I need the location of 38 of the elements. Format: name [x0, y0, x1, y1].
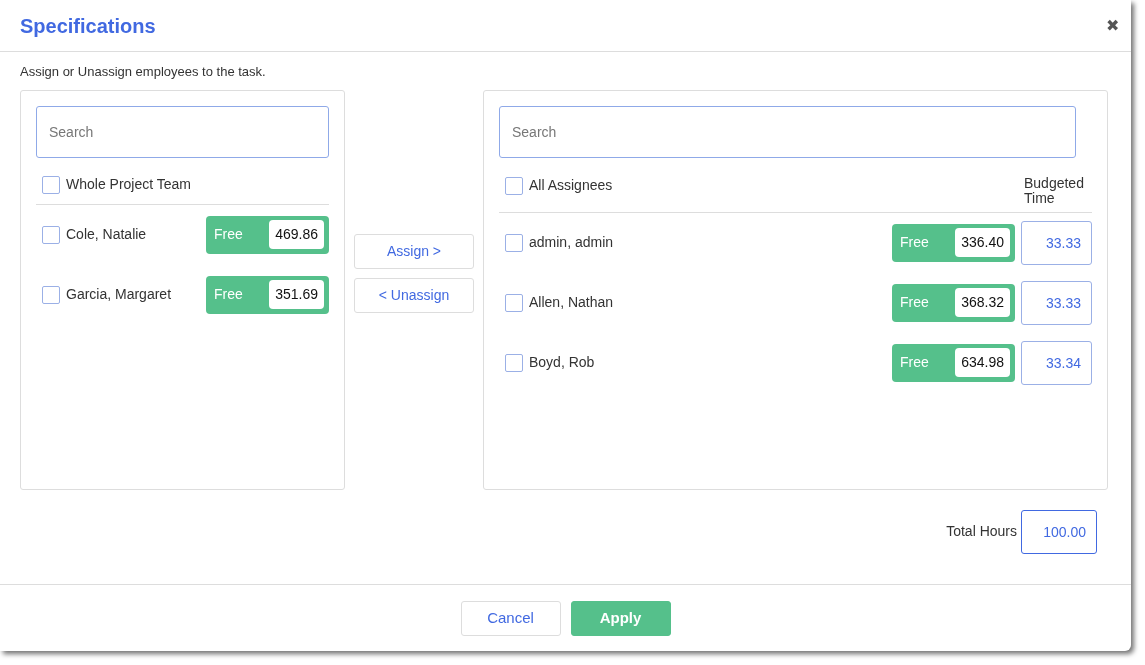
employee-name: admin, admin: [529, 233, 615, 252]
employee-checkbox[interactable]: [505, 353, 523, 372]
search-field[interactable]: Search: [36, 105, 329, 158]
free-hours-value: 336.40: [955, 228, 1010, 257]
column-header: Budgeted Time: [1024, 176, 1085, 206]
status-label: Free: [214, 285, 243, 304]
transfer-button[interactable]: < Unassign: [354, 277, 474, 313]
total-hours-label: Total Hours: [946, 522, 1017, 541]
employee-name: Allen, Nathan: [529, 293, 615, 312]
select-all-label: All Assignees: [529, 176, 614, 195]
free-hours-value: 351.69: [269, 280, 324, 309]
transfer-button[interactable]: Assign >: [354, 233, 474, 269]
budgeted-time-field[interactable]: 33.34: [1021, 340, 1092, 385]
employee-checkbox[interactable]: [42, 285, 60, 304]
status-label: Free: [214, 225, 243, 244]
status-label: Free: [900, 353, 929, 372]
employee-name: Boyd, Rob: [529, 353, 596, 372]
employee-name: Garcia, Margaret: [66, 285, 173, 304]
employee-checkbox[interactable]: [505, 293, 523, 312]
cancel-button[interactable]: Cancel: [460, 600, 561, 636]
budgeted-time-field[interactable]: 33.33: [1021, 220, 1092, 265]
free-hours-value: 368.32: [955, 288, 1010, 317]
free-hours-value: 469.86: [269, 220, 324, 249]
description-text: Assign or Unassign employees to the task.: [20, 63, 267, 81]
free-hours-value: 634.98: [955, 348, 1010, 377]
total-hours-field[interactable]: 100.00: [1021, 509, 1097, 554]
dialog-title: Specifications: [20, 13, 156, 38]
status-label: Free: [900, 293, 929, 312]
employee-name: Cole, Natalie: [66, 225, 148, 244]
search-field[interactable]: Search: [499, 105, 1076, 158]
status-label: Free: [900, 233, 929, 252]
employee-checkbox[interactable]: [42, 225, 60, 244]
select-all-checkbox[interactable]: [505, 176, 523, 195]
employee-checkbox[interactable]: [505, 233, 523, 252]
close-button[interactable]: ✖: [1106, 13, 1119, 38]
select-all-label: Whole Project Team: [66, 175, 192, 194]
select-all-checkbox[interactable]: [42, 175, 60, 194]
budgeted-time-field[interactable]: 33.33: [1021, 280, 1092, 325]
